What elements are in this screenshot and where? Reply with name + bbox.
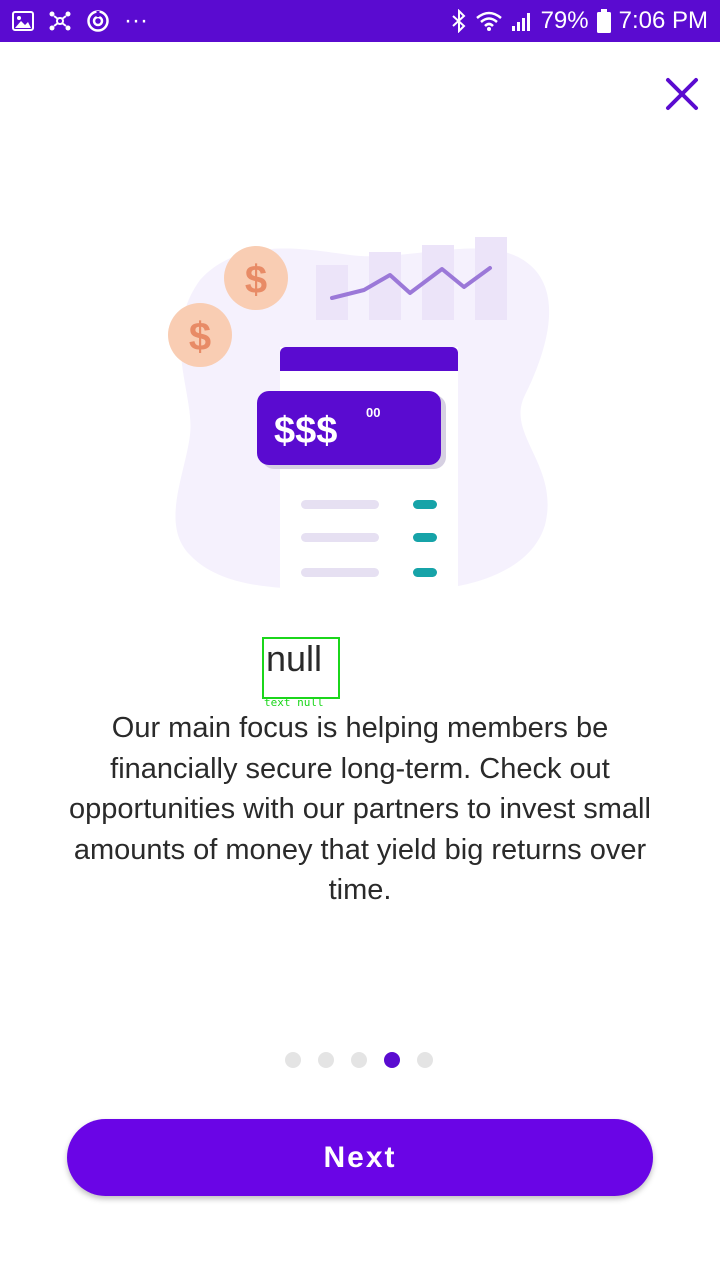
next-button-label: Next bbox=[323, 1140, 397, 1174]
battery-percent: 79% bbox=[540, 7, 589, 34]
list-accent bbox=[413, 533, 437, 542]
chart-bar bbox=[316, 265, 348, 320]
status-time: 7:06 PM bbox=[618, 7, 708, 34]
sync-icon bbox=[86, 9, 110, 33]
coin-icon: $ bbox=[224, 246, 288, 310]
title-debug-box: null bbox=[262, 637, 340, 699]
list-line bbox=[301, 500, 379, 509]
page-dot[interactable] bbox=[351, 1052, 367, 1068]
card-amount: $$$ bbox=[274, 410, 337, 452]
list-line bbox=[301, 533, 379, 542]
body-description: Our main focus is helping members be fin… bbox=[69, 712, 651, 906]
coin-icon: $ bbox=[168, 303, 232, 367]
onboarding-screen: ··· 79% 7:06 PM $ $ $$$ 00 null text nul… bbox=[0, 0, 720, 1280]
investment-illustration: $ $ $$$ 00 bbox=[160, 225, 560, 600]
signal-icon bbox=[511, 10, 533, 32]
battery-icon bbox=[596, 9, 611, 33]
document-body bbox=[280, 347, 458, 597]
wifi-icon bbox=[475, 10, 503, 32]
svg-text:$: $ bbox=[245, 258, 267, 302]
page-dot[interactable] bbox=[318, 1052, 334, 1068]
card-cents: 00 bbox=[366, 405, 380, 420]
more-dots-icon: ··· bbox=[124, 7, 148, 34]
bluetooth-icon bbox=[451, 9, 467, 33]
list-accent bbox=[413, 568, 437, 577]
chart-bar bbox=[475, 237, 507, 320]
list-line bbox=[301, 568, 379, 577]
list-accent bbox=[413, 500, 437, 509]
page-dot[interactable] bbox=[285, 1052, 301, 1068]
network-icon bbox=[48, 10, 72, 32]
image-icon bbox=[12, 11, 34, 31]
page-dot-active[interactable] bbox=[384, 1052, 400, 1068]
status-bar: ··· 79% 7:06 PM bbox=[0, 0, 720, 42]
next-button[interactable]: Next bbox=[67, 1119, 653, 1196]
status-left: ··· bbox=[12, 9, 148, 33]
close-button[interactable] bbox=[658, 70, 706, 118]
page-dot[interactable] bbox=[417, 1052, 433, 1068]
page-indicator bbox=[285, 1052, 433, 1068]
close-icon bbox=[665, 77, 699, 111]
page-title: null bbox=[266, 638, 323, 679]
svg-text:$: $ bbox=[189, 315, 211, 359]
status-right: 79% 7:06 PM bbox=[451, 9, 708, 33]
